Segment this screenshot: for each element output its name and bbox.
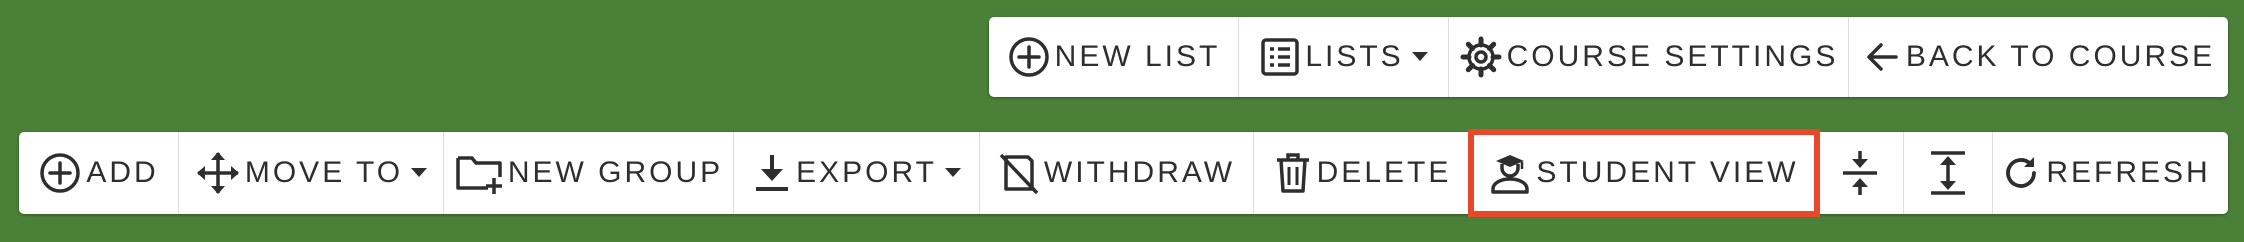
- chevron-down-icon: [1411, 52, 1428, 62]
- expand-button[interactable]: [1904, 132, 1993, 214]
- download-icon: [752, 151, 792, 195]
- lists-dropdown-button[interactable]: LISTS: [1239, 17, 1449, 97]
- lists-label: LISTS: [1305, 40, 1404, 73]
- export-label: EXPORT: [796, 156, 937, 189]
- new-list-button[interactable]: NEW LIST: [989, 17, 1239, 97]
- withdraw-button[interactable]: WITHDRAW: [980, 132, 1254, 214]
- plus-circle-icon: [1007, 35, 1051, 79]
- delete-button[interactable]: DELETE: [1254, 132, 1471, 214]
- new-group-label: NEW GROUP: [507, 156, 724, 189]
- collapse-icon: [1840, 149, 1880, 197]
- back-to-course-button[interactable]: BACK TO COURSE: [1849, 17, 2228, 97]
- expand-icon: [1928, 149, 1968, 197]
- student-view-button[interactable]: STUDENT VIEW: [1468, 129, 1820, 217]
- course-settings-label: COURSE SETTINGS: [1506, 40, 1839, 73]
- course-settings-button[interactable]: COURSE SETTINGS: [1449, 17, 1849, 97]
- student-icon: [1488, 151, 1532, 195]
- delete-label: DELETE: [1316, 156, 1452, 189]
- refresh-label: REFRESH: [2046, 156, 2211, 189]
- export-dropdown-button[interactable]: EXPORT: [734, 132, 980, 214]
- folder-plus-icon: [454, 150, 504, 196]
- chevron-down-icon: [944, 168, 961, 178]
- chevron-down-icon: [411, 168, 428, 178]
- trash-icon: [1273, 151, 1313, 195]
- list-icon: [1259, 36, 1301, 78]
- student-list-toolbar: ADD MOVE TO NEW GROUP EXPORT WITHDRAW DE…: [19, 129, 2228, 217]
- plus-circle-icon: [38, 151, 82, 195]
- arrow-left-icon: [1862, 37, 1902, 77]
- move-arrows-icon: [195, 150, 241, 196]
- add-label: ADD: [86, 156, 159, 189]
- move-to-dropdown-button[interactable]: MOVE TO: [179, 132, 444, 214]
- move-to-label: MOVE TO: [244, 156, 404, 189]
- student-view-label: STUDENT VIEW: [1536, 156, 1799, 189]
- new-group-button[interactable]: NEW GROUP: [444, 132, 734, 214]
- back-to-course-label: BACK TO COURSE: [1905, 40, 2216, 73]
- collapse-button[interactable]: [1817, 132, 1904, 214]
- add-button[interactable]: ADD: [19, 132, 179, 214]
- new-list-label: NEW LIST: [1054, 40, 1221, 73]
- withdraw-label: WITHDRAW: [1043, 156, 1236, 189]
- gear-icon: [1459, 35, 1503, 79]
- course-toolbar: NEW LIST LISTS COURSE SETTINGS BACK TO C…: [989, 17, 2228, 97]
- withdraw-icon: [998, 151, 1040, 195]
- refresh-button[interactable]: REFRESH: [1993, 132, 2218, 214]
- refresh-icon: [2000, 152, 2042, 194]
